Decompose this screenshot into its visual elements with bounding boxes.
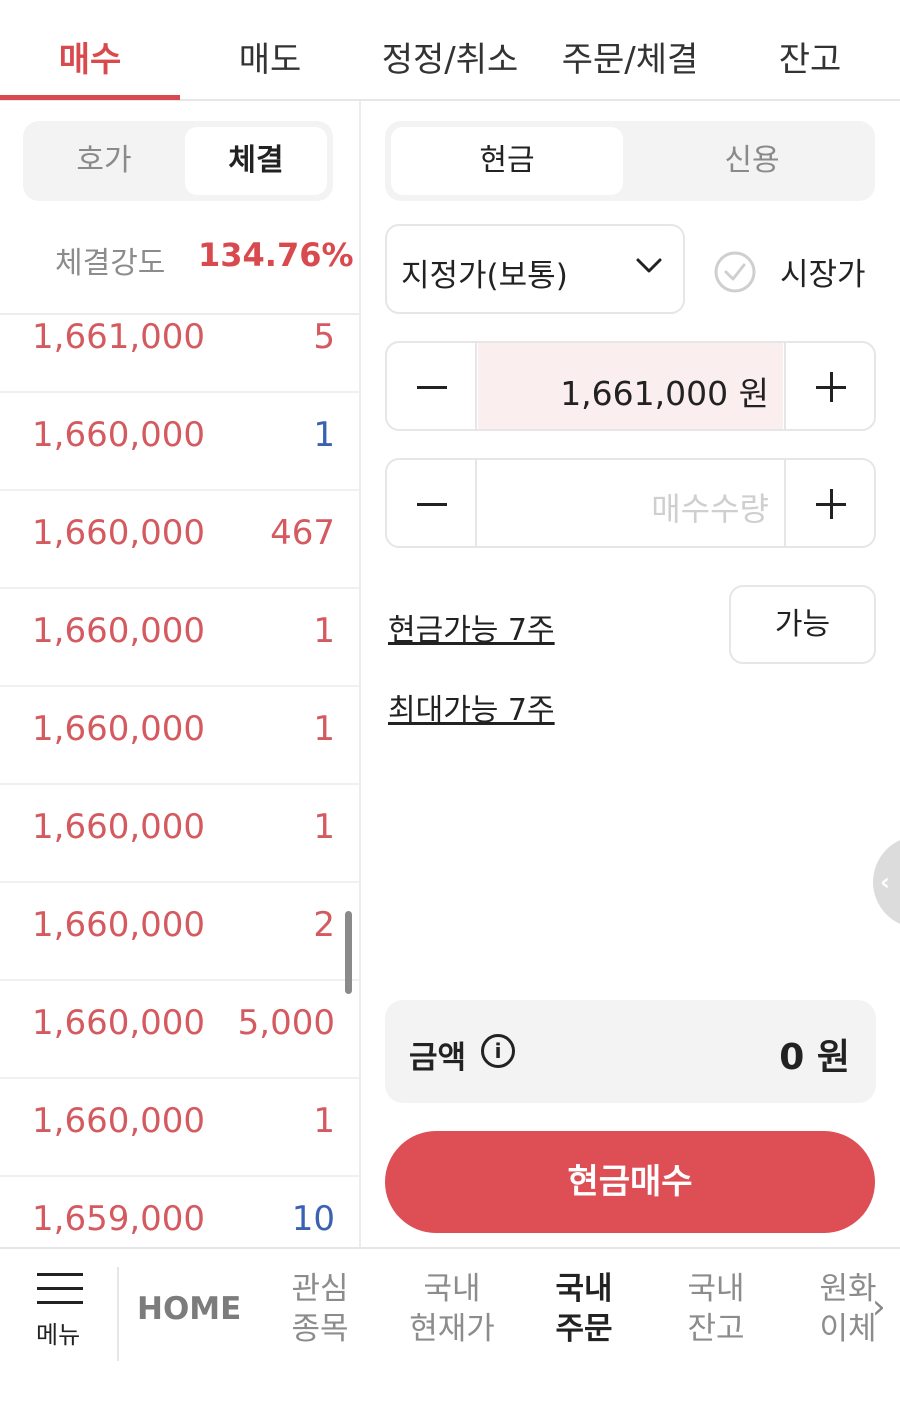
table-row: 1,660,000 467	[0, 491, 359, 589]
cash-credit-toggle: 현금 신용	[385, 121, 875, 201]
minus-icon	[417, 386, 447, 389]
segment-credit[interactable]: 신용	[635, 127, 869, 195]
nav-label-line1: 국내	[555, 1271, 613, 1307]
trade-strength-label: 체결강도	[55, 246, 166, 281]
tab-buy[interactable]: 매수	[0, 0, 180, 101]
trade-price: 1,661,000	[32, 317, 206, 357]
quote-execution-toggle: 호가 체결	[23, 121, 333, 201]
price-value: 1,661,000 원	[560, 374, 769, 413]
trade-price: 1,660,000	[32, 709, 206, 749]
amount-value: 0 원	[779, 1037, 850, 1078]
nav-label-line2: 주문	[555, 1311, 613, 1347]
trade-price: 1,660,000	[32, 513, 206, 553]
plus-icon-vertical	[830, 489, 833, 519]
trade-qty: 1	[313, 415, 335, 455]
trade-qty: 5,000	[237, 1003, 335, 1043]
trade-price: 1,660,000	[32, 807, 206, 847]
table-row: 1,660,000 1	[0, 589, 359, 687]
table-row: 1,660,000 1	[0, 687, 359, 785]
price-stepper: 1,661,000 원	[385, 341, 876, 431]
price-input[interactable]: 1,661,000 원	[478, 343, 783, 429]
quantity-decrease-button[interactable]	[387, 460, 477, 546]
nav-domestic-order[interactable]: 국내 주문	[534, 1269, 634, 1349]
trade-price: 1,659,000	[32, 1199, 206, 1239]
nav-label-line2: 현재가	[409, 1311, 495, 1347]
nav-watchlist[interactable]: 관심 종목	[270, 1269, 370, 1349]
price-increase-button[interactable]	[784, 343, 874, 429]
chevron-left-icon: ‹	[880, 868, 890, 896]
max-available-link[interactable]: 최대가능 7주	[388, 685, 555, 729]
segment-quotes[interactable]: 호가	[29, 127, 179, 195]
table-row: 1,660,000 5,000	[0, 981, 359, 1079]
trade-price: 1,660,000	[32, 905, 206, 945]
trade-qty: 1	[313, 611, 335, 651]
trade-qty: 5	[313, 317, 335, 357]
trade-price: 1,660,000	[32, 1003, 206, 1043]
quantity-placeholder: 매수수량	[651, 490, 769, 528]
panel-divider	[359, 101, 361, 1247]
minus-icon	[417, 503, 447, 506]
scrollbar-thumb[interactable]	[345, 911, 352, 994]
tab-order-execution[interactable]: 주문/체결	[540, 0, 720, 101]
table-row: 1,660,000 2	[0, 883, 359, 981]
segment-cash[interactable]: 현금	[391, 127, 623, 195]
menu-label[interactable]: 메뉴	[36, 1315, 80, 1350]
plus-icon-vertical	[830, 372, 833, 402]
order-type-label: 지정가(보통)	[401, 258, 568, 294]
nav-divider	[117, 1267, 119, 1361]
trade-qty: 10	[291, 1199, 335, 1239]
chevron-right-icon[interactable]: ›	[872, 1287, 886, 1327]
cash-available-link[interactable]: 현금가능 7주	[388, 605, 555, 649]
table-row: 1,660,000 1	[0, 1079, 359, 1177]
trade-qty: 1	[313, 807, 335, 847]
amount-label: 금액	[409, 1040, 467, 1076]
trade-price: 1,660,000	[32, 415, 206, 455]
check-available-button[interactable]: 가능	[729, 585, 876, 664]
table-row: 1,660,000 1	[0, 393, 359, 491]
hamburger-menu-icon[interactable]	[37, 1273, 83, 1315]
nav-label-line2: 종목	[291, 1311, 349, 1347]
quantity-stepper: 매수수량	[385, 458, 876, 548]
table-row: 1,659,000 10	[0, 1177, 359, 1247]
table-row: 1,660,000 1	[0, 785, 359, 883]
chevron-down-icon	[636, 258, 662, 273]
trade-strength-value: 134.76%	[198, 236, 354, 274]
nav-label-line1: 국내	[423, 1271, 481, 1307]
active-tab-indicator	[0, 95, 180, 100]
tab-modify-cancel[interactable]: 정정/취소	[360, 0, 540, 101]
amount-summary: 금액 i 0 원	[385, 1000, 876, 1103]
top-tab-bar: 매수 매도 정정/취소 주문/체결 잔고	[0, 0, 900, 101]
segment-executions[interactable]: 체결	[185, 127, 327, 195]
trade-qty: 1	[313, 709, 335, 749]
price-decrease-button[interactable]	[387, 343, 477, 429]
bottom-navigation: 메뉴 HOME 관심 종목 국내 현재가 국내 주문 국내 잔고 원화 이체 ›	[0, 1247, 900, 1416]
nav-label-line1: 관심	[291, 1271, 349, 1307]
nav-domestic-balance[interactable]: 국내 잔고	[666, 1269, 766, 1349]
trade-qty: 2	[313, 905, 335, 945]
info-icon[interactable]: i	[481, 1034, 515, 1068]
nav-label-line1: 국내	[687, 1271, 745, 1307]
quantity-input[interactable]: 매수수량	[478, 460, 783, 546]
nav-domestic-price[interactable]: 국내 현재가	[402, 1269, 502, 1349]
nav-label-line2: 잔고	[687, 1311, 745, 1347]
execution-list[interactable]: 1,661,000 5 1,660,000 1 1,660,000 467 1,…	[0, 313, 359, 1247]
trade-qty: 1	[313, 1101, 335, 1141]
order-type-dropdown[interactable]: 지정가(보통)	[385, 224, 685, 314]
tab-balance[interactable]: 잔고	[720, 0, 900, 101]
nav-home[interactable]: HOME	[137, 1291, 241, 1327]
trade-price: 1,660,000	[32, 611, 206, 651]
cash-buy-button[interactable]: 현금매수	[385, 1131, 875, 1233]
trade-price: 1,660,000	[32, 1101, 206, 1141]
market-price-label[interactable]: 시장가	[780, 249, 866, 294]
table-row: 1,661,000 5	[0, 315, 359, 393]
quantity-increase-button[interactable]	[784, 460, 874, 546]
trade-qty: 467	[270, 513, 335, 553]
tab-sell[interactable]: 매도	[180, 0, 360, 101]
check-circle-icon[interactable]	[713, 250, 757, 294]
